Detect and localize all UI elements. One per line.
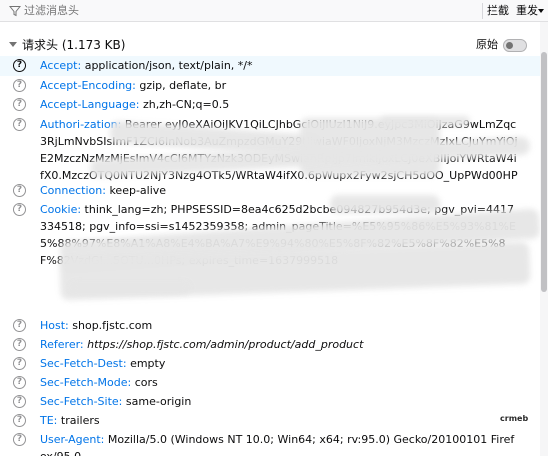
header-value: cors	[134, 376, 158, 389]
vertical-scrollbar[interactable]	[540, 22, 548, 456]
header-row-host[interactable]: ? Host: shop.fjstc.com	[0, 316, 540, 336]
help-icon[interactable]: ?	[13, 184, 26, 197]
header-value: shop.fjstc.com	[72, 319, 153, 332]
header-value: application/json, text/plain, */*	[84, 59, 253, 72]
redaction-smudge	[330, 195, 440, 213]
toggle-knob	[506, 42, 513, 49]
headers-toolbar: 拦截 重发	[0, 0, 548, 22]
header-name: Sec-Fetch-Site:	[40, 395, 123, 408]
redaction-smudge	[70, 282, 190, 294]
help-icon[interactable]: ?	[13, 357, 26, 370]
scrollbar-thumb[interactable]	[541, 52, 547, 292]
header-name: Sec-Fetch-Dest:	[40, 357, 127, 370]
help-icon[interactable]: ?	[13, 433, 26, 446]
resend-dropdown-icon[interactable]	[538, 9, 544, 13]
header-value: Mozilla/5.0 (Windows NT 10.0; Win64; x64…	[40, 433, 515, 456]
header-row-accept-encoding[interactable]: ? Accept-Encoding: gzip, deflate, br	[0, 76, 540, 96]
header-value: trailers	[60, 414, 100, 427]
raw-toggle-label: 原始	[476, 38, 498, 51]
header-row-accept[interactable]: ? Accept: application/json, text/plain, …	[0, 56, 540, 76]
filter-headers-input[interactable]	[24, 3, 464, 19]
redaction-smudge	[380, 116, 470, 126]
help-icon[interactable]: ?	[13, 395, 26, 408]
header-row-connection[interactable]: ? Connection: keep-alive	[0, 181, 540, 201]
help-icon[interactable]: ?	[13, 98, 26, 111]
section-title: 请求头 (1.173 KB)	[22, 38, 126, 52]
header-value: zh,zh-CN;q=0.5	[142, 98, 230, 111]
header-value: keep-alive	[109, 184, 167, 197]
help-icon[interactable]: ?	[13, 203, 26, 216]
header-row-user-agent[interactable]: ? User-Agent: Mozilla/5.0 (Windows NT 10…	[0, 430, 540, 456]
header-row-sec-fetch-dest[interactable]: ? Sec-Fetch-Dest: empty	[0, 354, 540, 374]
help-icon[interactable]: ?	[13, 414, 26, 427]
header-name: Authori-zation:	[40, 118, 122, 131]
collapse-twisty-icon[interactable]	[9, 42, 17, 47]
help-icon[interactable]: ?	[13, 376, 26, 389]
block-button[interactable]: 拦截	[485, 3, 511, 19]
header-name: Host:	[40, 319, 69, 332]
help-icon[interactable]: ?	[13, 338, 26, 351]
raw-toggle-switch[interactable]	[503, 39, 527, 52]
header-row-referer[interactable]: ? Referer: https://shop.fjstc.com/admin/…	[0, 335, 540, 355]
header-value: https://shop.fjstc.com/admin/product/add…	[87, 338, 364, 351]
help-icon[interactable]: ?	[13, 79, 26, 92]
help-icon[interactable]: ?	[13, 59, 26, 72]
filter-icon	[9, 6, 21, 17]
header-value: gzip, deflate, br	[139, 79, 227, 92]
watermark-logo: crmeb	[500, 414, 529, 423]
header-row-sec-fetch-mode[interactable]: ? Sec-Fetch-Mode: cors	[0, 373, 540, 393]
resend-button[interactable]: 重发	[514, 3, 540, 19]
header-name: Referer:	[40, 338, 84, 351]
header-name: Accept-Language:	[40, 98, 140, 111]
toolbar-divider	[482, 3, 483, 19]
header-row-te[interactable]: ? TE: trailers	[0, 411, 540, 431]
help-icon[interactable]: ?	[13, 118, 26, 131]
header-row-sec-fetch-site[interactable]: ? Sec-Fetch-Site: same-origin	[0, 392, 540, 412]
header-name: Sec-Fetch-Mode:	[40, 376, 132, 389]
header-name: Cookie:	[40, 203, 82, 216]
header-name: Accept-Encoding:	[40, 79, 136, 92]
header-name: User-Agent:	[40, 433, 105, 446]
request-headers-section-header[interactable]: 请求头 (1.173 KB) 原始	[0, 34, 548, 56]
header-value: same-origin	[125, 395, 192, 408]
header-value: empty	[130, 357, 166, 370]
header-row-accept-language[interactable]: ? Accept-Language: zh,zh-CN;q=0.5	[0, 95, 540, 115]
header-name: TE:	[40, 414, 58, 427]
help-icon[interactable]: ?	[13, 319, 26, 332]
header-name: Accept:	[40, 59, 82, 72]
header-name: Connection:	[40, 184, 106, 197]
